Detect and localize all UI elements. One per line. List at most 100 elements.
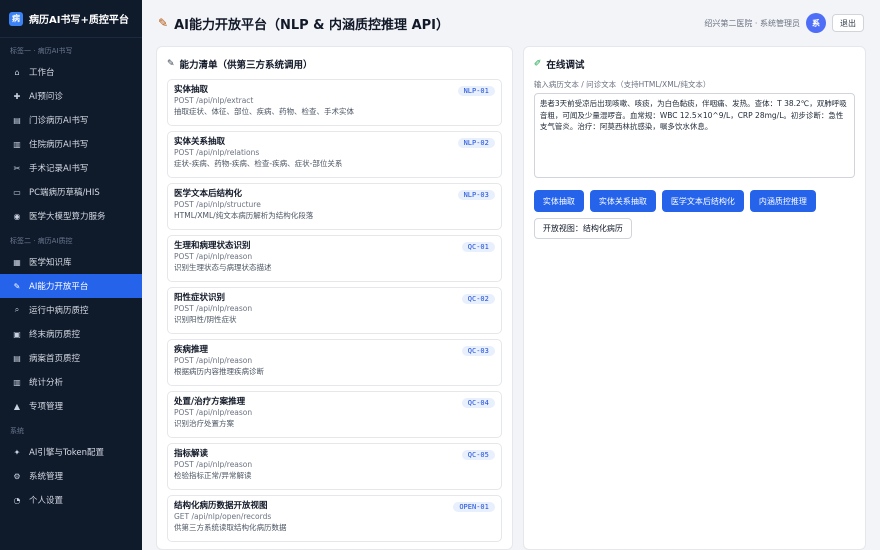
open-view-button[interactable]: 开放视图：结构化病历 bbox=[533, 218, 632, 239]
action-button[interactable]: 医学文本后结构化 bbox=[661, 190, 744, 212]
capability-description: 供第三方系统读取结构化病历数据 bbox=[174, 523, 287, 532]
capability-card[interactable]: 指标解读 POST /api/nlp/reason 检验指标正常/异常解读 QC-05 bbox=[167, 443, 502, 490]
sidebar-item[interactable]: ⚙ 系统管理 bbox=[0, 464, 142, 488]
capability-endpoint: POST /api/nlp/structure bbox=[174, 200, 261, 209]
medical-text-input[interactable] bbox=[533, 93, 855, 178]
capability-badge: QC-05 bbox=[461, 450, 495, 460]
capability-description: 识别阳性/阴性症状 bbox=[174, 315, 237, 324]
capabilities-title: ✎ 能力清单（供第三方系统调用） bbox=[167, 57, 502, 71]
capability-description: 检验指标正常/异常解读 bbox=[174, 471, 252, 480]
book-icon: ▦ bbox=[13, 257, 21, 267]
sidebar-item[interactable]: ✦ AI引擎与Token配置 bbox=[0, 440, 142, 464]
capability-name: 生理和病理状态识别 bbox=[174, 241, 251, 251]
capability-description: 识别治疗处置方案 bbox=[174, 419, 234, 428]
capabilities-panel: ✎ 能力清单（供第三方系统调用） 实体抽取 POST /api/nlp/extra… bbox=[156, 46, 513, 550]
sidebar-item[interactable]: ✂ 手术记录AI书写 bbox=[0, 156, 142, 180]
sidebar-item[interactable]: ✚ AI预问诊 bbox=[0, 84, 142, 108]
capability-name: 实体抽取 bbox=[174, 85, 209, 95]
sidebar-section-label: 系统 bbox=[10, 427, 24, 435]
debug-panel: ✐ 在线调试 输入病历文本 / 问诊文本（支持HTML/XML/纯文本） 实体抽… bbox=[522, 46, 866, 550]
sidebar-item[interactable]: ◉ 医学大模型算力服务 bbox=[0, 204, 142, 228]
sidebar-item-label: 医学大模型算力服务 bbox=[29, 212, 106, 222]
pencil-icon: ✎ bbox=[167, 59, 175, 69]
capability-badge: NLP-02 bbox=[457, 138, 495, 148]
sidebar-item-label: 统计分析 bbox=[29, 378, 64, 388]
chart-icon: ▥ bbox=[13, 377, 21, 387]
capability-card[interactable]: 生理和病理状态识别 POST /api/nlp/reason 识别生理状态与病理状态… bbox=[167, 235, 502, 282]
sidebar-item[interactable]: ✎ AI能力开放平台 bbox=[0, 274, 142, 298]
sidebar-item[interactable]: ▦ 医学知识库 bbox=[0, 250, 142, 274]
capability-name: 阳性症状识别 bbox=[174, 293, 226, 303]
brand-logo: 病 bbox=[9, 11, 23, 26]
sidebar-item[interactable]: ⌕ 运行中病历质控 bbox=[0, 298, 142, 322]
capability-endpoint: POST /api/nlp/relations bbox=[174, 148, 260, 157]
capability-endpoint: POST /api/nlp/reason bbox=[174, 460, 253, 469]
document-icon: ▣ bbox=[13, 329, 21, 339]
capability-description: 识别生理状态与病理状态描述 bbox=[174, 263, 272, 272]
wrench-icon: ✐ bbox=[533, 59, 542, 69]
user-name: 绍兴第二医院 · 系统管理员 bbox=[704, 18, 800, 28]
topbar: ✎ AI能力开放平台（NLP & 内涵质控推理 API） 绍兴第二医院 · 系统… bbox=[142, 0, 880, 46]
page-icon: ▤ bbox=[13, 353, 21, 363]
action-button[interactable]: 实体关系抽取 bbox=[589, 190, 656, 212]
sidebar-section-label: 标签二 · 病历AI质控 bbox=[10, 237, 73, 245]
logout-button[interactable]: 退出 bbox=[832, 14, 864, 32]
sidebar-item-label: 系统管理 bbox=[29, 472, 64, 482]
engine-icon: ✦ bbox=[13, 447, 21, 457]
capability-badge: NLP-01 bbox=[457, 86, 495, 96]
capability-badge: QC-03 bbox=[461, 346, 495, 356]
capability-endpoint: GET /api/nlp/open/records bbox=[174, 512, 272, 521]
sidebar-item-label: PC端病历草稿/HIS bbox=[29, 188, 100, 198]
plug-icon: ✎ bbox=[158, 16, 169, 30]
input-label: 输入病历文本 / 问诊文本（支持HTML/XML/纯文本） bbox=[533, 80, 711, 89]
action-button[interactable]: 实体抽取 bbox=[533, 190, 584, 212]
action-button[interactable]: 内涵质控推理 bbox=[749, 190, 816, 212]
sidebar-item-label: 病案首页质控 bbox=[29, 354, 81, 364]
capability-card[interactable]: 阳性症状识别 POST /api/nlp/reason 识别阳性/阴性症状 QC-02 bbox=[167, 287, 502, 334]
capability-description: 症状-疾病、药物-疾病、检查-疾病、症状-部位关系 bbox=[174, 159, 343, 168]
capability-card[interactable]: 实体关系抽取 POST /api/nlp/relations 症状-疾病、药物-疾病… bbox=[167, 131, 502, 178]
sidebar-item-label: AI预问诊 bbox=[29, 92, 63, 102]
sidebar-item[interactable]: ⌂ 工作台 bbox=[0, 60, 142, 84]
sidebar-item[interactable]: ▤ 门诊病历AI书写 bbox=[0, 108, 142, 132]
ai-consult-icon: ✚ bbox=[13, 91, 21, 101]
sidebar: 病 病历AI书写+质控平台 标签一 · 病历AI书写 ⌂ 工作台 ✚ AI预问诊 ▤ 门诊病… bbox=[0, 0, 142, 550]
sidebar-item-label: 终末病历质控 bbox=[29, 330, 81, 340]
capability-endpoint: POST /api/nlp/reason bbox=[174, 408, 253, 417]
capability-list: 实体抽取 POST /api/nlp/extract 抽取症状、体征、部位、疾病、药… bbox=[167, 79, 502, 542]
capability-card[interactable]: 处置/治疗方案推理 POST /api/nlp/reason 识别治疗处置方案 QC-… bbox=[167, 391, 502, 438]
avatar[interactable]: 系 bbox=[806, 13, 826, 33]
sidebar-item-label: 工作台 bbox=[29, 68, 55, 78]
sidebar-item[interactable]: ▤ 病案首页质控 bbox=[0, 346, 142, 370]
capability-card[interactable]: 结构化病历数据开放视图 GET /api/nlp/open/records 供第三方… bbox=[167, 495, 502, 542]
brand-title: 病历AI书写+质控平台 bbox=[29, 15, 129, 26]
app-root: 病 病历AI书写+质控平台 标签一 · 病历AI书写 ⌂ 工作台 ✚ AI预问诊 ▤ 门诊病… bbox=[0, 0, 880, 550]
outpatient-icon: ▤ bbox=[13, 115, 21, 125]
sidebar-item[interactable]: ▣ 终末病历质控 bbox=[0, 322, 142, 346]
capability-name: 医学文本后结构化 bbox=[174, 189, 243, 199]
capability-card[interactable]: 疾病推理 POST /api/nlp/reason 根据病历内容推理疾病诊断 QC-0… bbox=[167, 339, 502, 386]
capability-name: 指标解读 bbox=[174, 449, 209, 459]
sidebar-item-label: 门诊病历AI书写 bbox=[29, 116, 89, 126]
sidebar-item[interactable]: ▭ PC端病历草稿/HIS bbox=[0, 180, 142, 204]
capability-name: 疾病推理 bbox=[174, 345, 209, 355]
capability-description: 根据病历内容推理疾病诊断 bbox=[174, 367, 264, 376]
capability-endpoint: POST /api/nlp/extract bbox=[174, 96, 254, 105]
sidebar-item-label: 手术记录AI书写 bbox=[29, 164, 89, 174]
capability-description: HTML/XML/纯文本病历解析为结构化段落 bbox=[174, 211, 314, 220]
capability-card[interactable]: 实体抽取 POST /api/nlp/extract 抽取症状、体征、部位、疾病、药… bbox=[167, 79, 502, 126]
sidebar-item-label: 专项管理 bbox=[29, 402, 64, 412]
capability-badge: NLP-03 bbox=[457, 190, 495, 200]
page-title: ✎ AI能力开放平台（NLP & 内涵质控推理 API） bbox=[158, 14, 449, 33]
sidebar-nav: 标签一 · 病历AI书写 ⌂ 工作台 ✚ AI预问诊 ▤ 门诊病历AI书写 ▥ 住院病历AI书写… bbox=[0, 38, 142, 512]
sidebar-section-label: 标签一 · 病历AI书写 bbox=[10, 47, 73, 55]
sidebar-item[interactable]: ▥ 住院病历AI书写 bbox=[0, 132, 142, 156]
capability-endpoint: POST /api/nlp/reason bbox=[174, 304, 253, 313]
sidebar-item[interactable]: ◔ 个人设置 bbox=[0, 488, 142, 512]
sidebar-item[interactable]: ▲ 专项管理 bbox=[0, 394, 142, 418]
sidebar-item[interactable]: ▥ 统计分析 bbox=[0, 370, 142, 394]
capability-badge: QC-01 bbox=[461, 242, 495, 252]
sidebar-item-label: AI引擎与Token配置 bbox=[29, 448, 105, 458]
capability-name: 结构化病历数据开放视图 bbox=[174, 501, 268, 511]
capability-card[interactable]: 医学文本后结构化 POST /api/nlp/structure HTML/XML/… bbox=[167, 183, 502, 230]
